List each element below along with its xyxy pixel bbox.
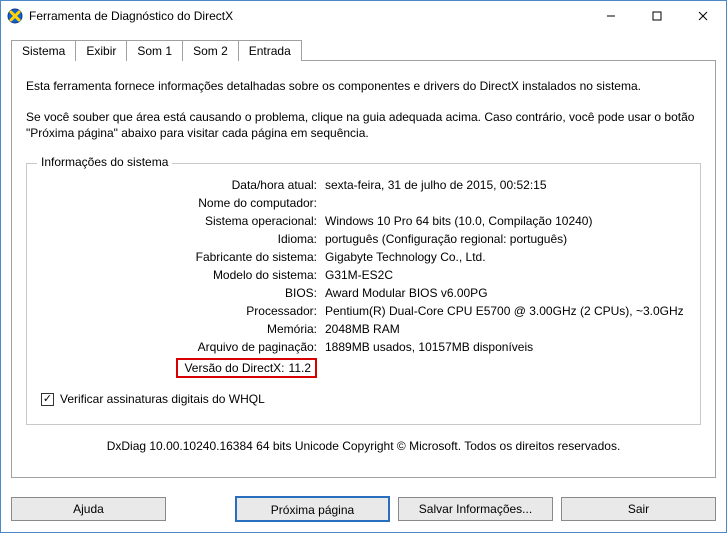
tab-som2[interactable]: Som 2: [182, 40, 239, 61]
label-cpu: Processador:: [41, 304, 321, 318]
next-page-button[interactable]: Próxima página: [235, 496, 390, 522]
exit-button[interactable]: Sair: [561, 497, 716, 521]
value-model: G31M-ES2C: [321, 268, 686, 282]
tab-entrada[interactable]: Entrada: [238, 40, 302, 61]
intro-text-1: Esta ferramenta fornece informações deta…: [26, 79, 701, 93]
system-info-rows: Data/hora atual: sexta-feira, 31 de julh…: [41, 178, 686, 378]
label-directx: Versão do DirectX:: [184, 361, 288, 375]
label-bios: BIOS:: [41, 286, 321, 300]
titlebar: Ferramenta de Diagnóstico do DirectX: [1, 1, 726, 31]
content-area: Sistema Exibir Som 1 Som 2 Entrada Esta …: [1, 31, 726, 488]
minimize-button[interactable]: [588, 1, 634, 31]
dxdiag-window: Ferramenta de Diagnóstico do DirectX Sis…: [0, 0, 727, 533]
tab-exibir[interactable]: Exibir: [75, 40, 127, 61]
whql-checkbox-row: ✓ Verificar assinaturas digitais do WHQL: [41, 392, 686, 406]
window-title: Ferramenta de Diagnóstico do DirectX: [29, 9, 233, 23]
label-computer: Nome do computador:: [41, 196, 321, 210]
label-memory: Memória:: [41, 322, 321, 336]
value-language: português (Configuração regional: portug…: [321, 232, 686, 246]
button-bar: Ajuda Próxima página Salvar Informações.…: [1, 488, 726, 532]
tab-sistema[interactable]: Sistema: [11, 40, 76, 61]
value-os: Windows 10 Pro 64 bits (10.0, Compilação…: [321, 214, 686, 228]
label-os: Sistema operacional:: [41, 214, 321, 228]
value-memory: 2048MB RAM: [321, 322, 686, 336]
label-pagefile: Arquivo de paginação:: [41, 340, 321, 354]
value-datetime: sexta-feira, 31 de julho de 2015, 00:52:…: [321, 178, 686, 192]
highlight-directx-row: Versão do DirectX: 11.2: [176, 358, 317, 378]
tab-panel-sistema: Esta ferramenta fornece informações deta…: [11, 60, 716, 478]
label-datetime: Data/hora atual:: [41, 178, 321, 192]
whql-label: Verificar assinaturas digitais do WHQL: [60, 392, 265, 406]
label-language: Idioma:: [41, 232, 321, 246]
tab-som1[interactable]: Som 1: [126, 40, 183, 61]
save-info-button[interactable]: Salvar Informações...: [398, 497, 553, 521]
value-directx: 11.2: [289, 361, 311, 375]
system-info-group: Informações do sistema Data/hora atual: …: [26, 163, 701, 425]
copyright-text: DxDiag 10.00.10240.16384 64 bits Unicode…: [26, 439, 701, 453]
value-pagefile: 1889MB usados, 10157MB disponíveis: [321, 340, 686, 354]
value-cpu: Pentium(R) Dual-Core CPU E5700 @ 3.00GHz…: [321, 304, 686, 318]
maximize-button[interactable]: [634, 1, 680, 31]
tabstrip: Sistema Exibir Som 1 Som 2 Entrada: [11, 39, 716, 60]
app-icon: [7, 8, 23, 24]
whql-checkbox[interactable]: ✓: [41, 393, 54, 406]
system-info-legend: Informações do sistema: [37, 155, 172, 169]
help-button[interactable]: Ajuda: [11, 497, 166, 521]
label-manufacturer: Fabricante do sistema:: [41, 250, 321, 264]
label-model: Modelo do sistema:: [41, 268, 321, 282]
intro-text-2: Se você souber que área está causando o …: [26, 109, 701, 141]
value-bios: Award Modular BIOS v6.00PG: [321, 286, 686, 300]
close-button[interactable]: [680, 1, 726, 31]
value-manufacturer: Gigabyte Technology Co., Ltd.: [321, 250, 686, 264]
